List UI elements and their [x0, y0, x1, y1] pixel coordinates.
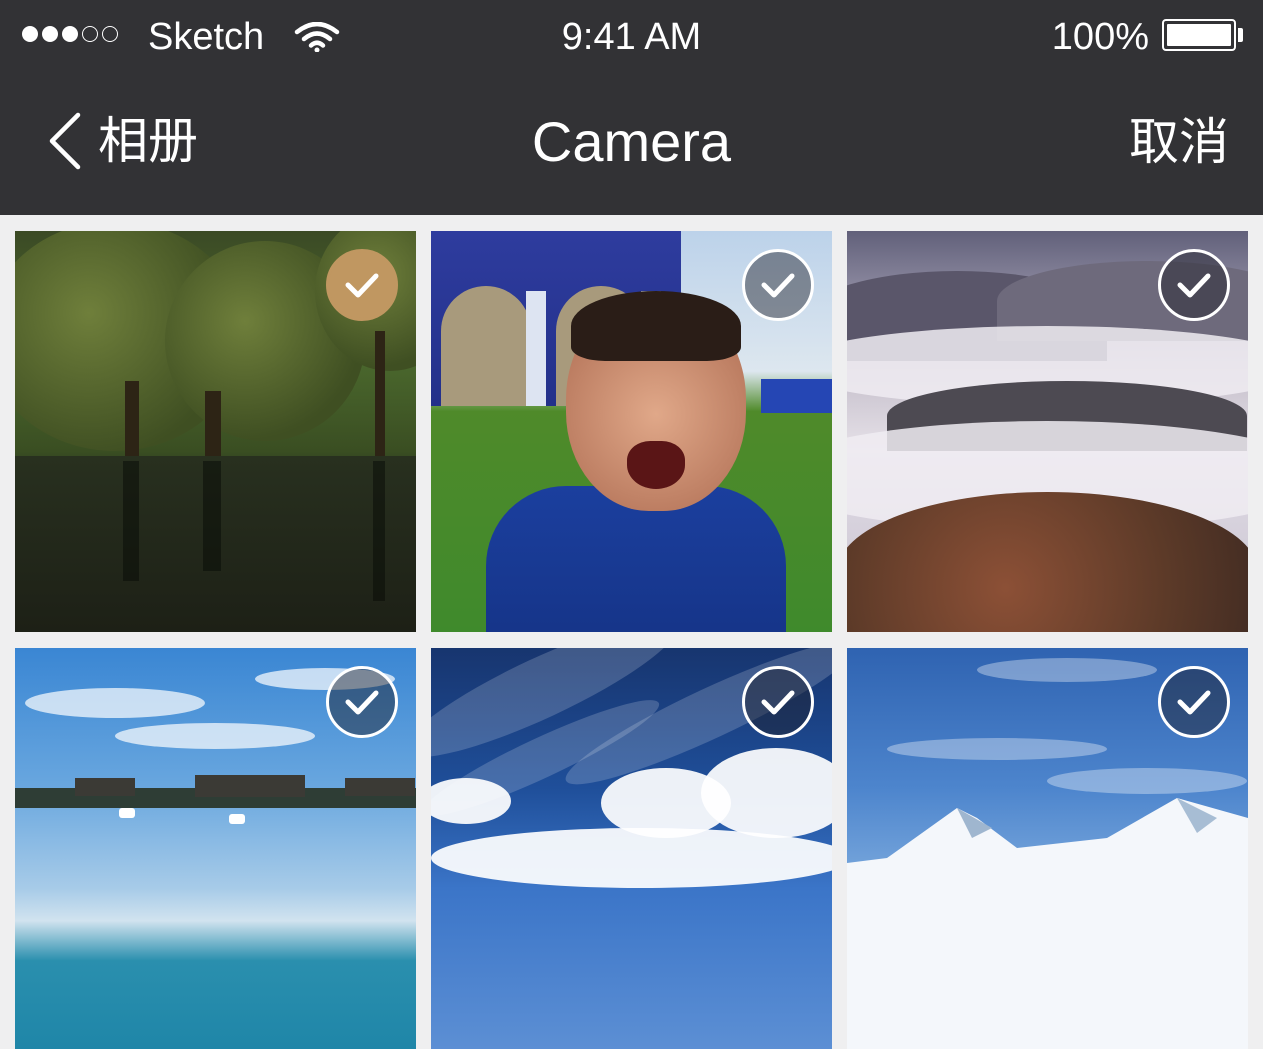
photo-tile[interactable]: [847, 231, 1248, 632]
check-icon[interactable]: [326, 666, 398, 738]
battery-tip: [1238, 28, 1243, 42]
check-icon[interactable]: [1158, 666, 1230, 738]
photo-tile[interactable]: [431, 648, 832, 1049]
photo-tile[interactable]: [15, 231, 416, 632]
photo-grid: [15, 231, 1248, 1049]
status-bar: Sketch 9:41 AM 100%: [0, 0, 1263, 76]
photo-tile[interactable]: [847, 648, 1248, 1049]
photo-tile[interactable]: [15, 648, 416, 1049]
page-title: Camera: [531, 110, 732, 173]
battery-percent: 100%: [1051, 16, 1149, 58]
top-bar: Sketch 9:41 AM 100% 相册 Camera 取消: [0, 0, 1263, 215]
check-icon[interactable]: [1158, 249, 1230, 321]
photo-tile[interactable]: [431, 231, 832, 632]
check-icon[interactable]: [742, 249, 814, 321]
selected-check-icon[interactable]: [326, 249, 398, 321]
cancel-button[interactable]: 取消: [1129, 112, 1229, 172]
check-icon[interactable]: [742, 666, 814, 738]
battery-icon: [1162, 19, 1236, 51]
